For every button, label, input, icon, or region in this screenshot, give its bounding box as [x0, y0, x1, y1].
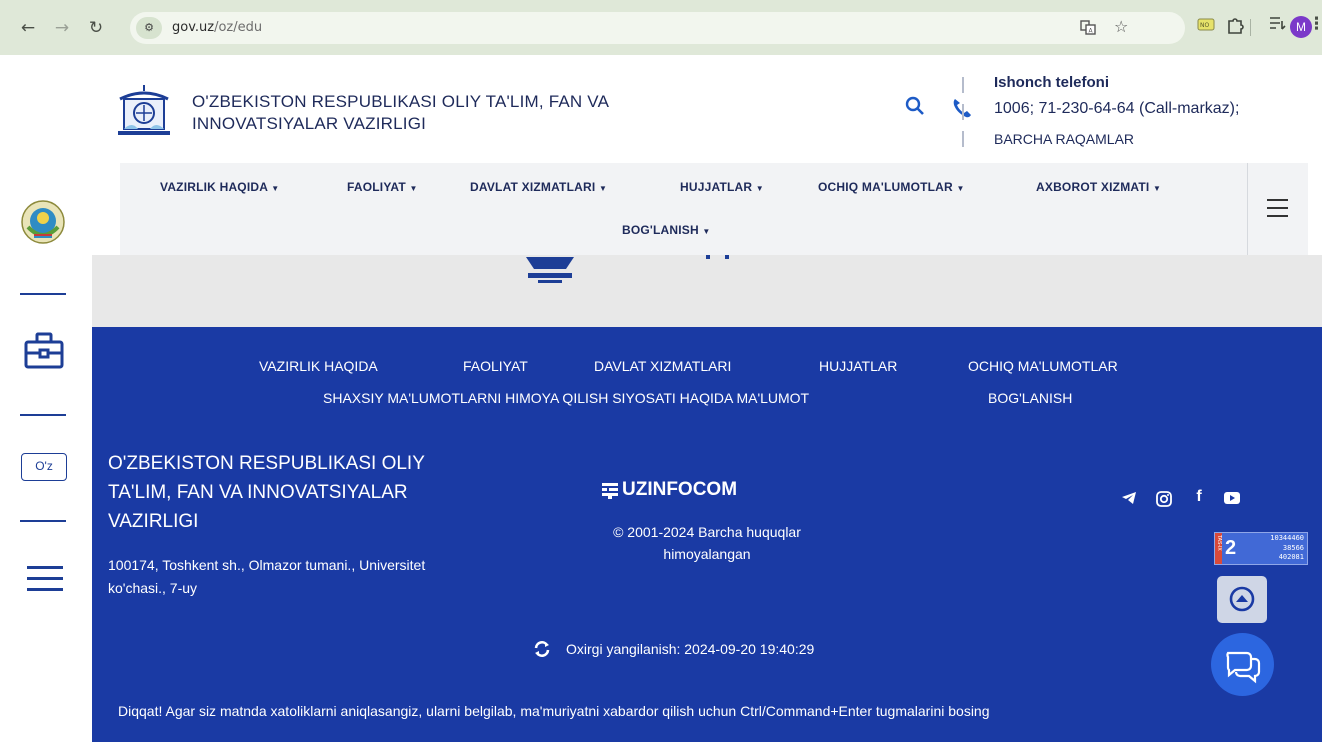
- footer-link-documents[interactable]: HUJJATLAR: [819, 358, 897, 374]
- footer-link-contact[interactable]: BOG'LANISH: [988, 390, 1072, 406]
- browser-toolbar: ← → ↻ ⚙ gov.uz/oz/edu A ☆ NO M ⋮: [0, 0, 1322, 55]
- partial-logo-icon: [524, 255, 576, 289]
- footer-link-services[interactable]: DAVLAT XIZMATLARI: [594, 358, 731, 374]
- forward-icon[interactable]: →: [48, 14, 76, 42]
- dot: [706, 255, 710, 259]
- caret-down-icon: ▼: [956, 184, 965, 193]
- state-emblem-icon[interactable]: [20, 199, 66, 249]
- site-info-icon[interactable]: ⚙: [136, 17, 162, 39]
- counter-line2: 38566: [1282, 544, 1304, 552]
- toolbar-divider: [1250, 19, 1251, 36]
- facebook-icon[interactable]: f: [1189, 488, 1209, 506]
- scroll-to-top-button[interactable]: [1217, 576, 1267, 623]
- language-switch-button[interactable]: O'z: [21, 453, 67, 481]
- ministry-title-line1: O'ZBEKISTON RESPUBLIKASI OLIY TA'LIM, FA…: [192, 92, 610, 111]
- footer-link-about[interactable]: VAZIRLIK HAQIDA: [259, 358, 378, 374]
- caret-down-icon: ▼: [755, 184, 764, 193]
- footer-link-activity[interactable]: FAOLIYAT: [463, 358, 528, 374]
- left-sidebar: O'z: [0, 55, 92, 742]
- menu-label: VAZIRLIK HAQIDA: [160, 180, 268, 194]
- line: [1267, 215, 1288, 217]
- menu-label: FAOLIYAT: [347, 180, 406, 194]
- instagram-icon[interactable]: [1154, 491, 1174, 511]
- footer-ministry-name: O'ZBEKISTON RESPUBLIKASI OLIY TA'LIM, FA…: [108, 453, 425, 532]
- site-footer: VAZIRLIK HAQIDA FAOLIYAT DAVLAT XIZMATLA…: [92, 327, 1322, 742]
- hotline-numbers[interactable]: 1006; 71-230-64-64 (Call-markaz);: [994, 100, 1239, 118]
- menu-item-documents[interactable]: HUJJATLAR ▼: [680, 180, 764, 194]
- counter-digit: 2: [1225, 537, 1237, 559]
- menu-label: BOG'LANISH: [622, 223, 699, 237]
- translate-icon[interactable]: A: [1080, 19, 1096, 39]
- reload-icon[interactable]: ↻: [82, 14, 110, 42]
- sidebar-divider: [20, 293, 66, 295]
- extension-icon[interactable]: NO: [1197, 16, 1215, 36]
- url-path: /oz/edu: [214, 20, 263, 35]
- back-icon[interactable]: ←: [14, 14, 42, 42]
- visitor-counter[interactable]: TAS-IX 2 10344460 38566 402081: [1214, 532, 1308, 565]
- ministry-title[interactable]: O'ZBEKISTON RESPUBLIKASI OLIY TA'LIM, FA…: [192, 91, 609, 135]
- address-bar[interactable]: ⚙ gov.uz/oz/edu A ☆: [130, 12, 1185, 44]
- puzzle-icon[interactable]: [1226, 16, 1244, 38]
- caret-down-icon: ▼: [409, 184, 418, 193]
- ministry-logo-icon[interactable]: [114, 83, 174, 145]
- menu-item-open-data[interactable]: OCHIQ MA'LUMOTLAR ▼: [818, 180, 965, 194]
- footer-address: 100174, Toshkent sh., Olmazor tumani., U…: [108, 557, 426, 596]
- menu-item-about[interactable]: VAZIRLIK HAQIDA ▼: [160, 180, 279, 194]
- line: [1267, 207, 1288, 209]
- hamburger-menu-icon[interactable]: [1267, 198, 1288, 218]
- briefcase-icon[interactable]: [24, 331, 64, 375]
- caret-down-icon: ▼: [702, 227, 711, 236]
- telegram-icon[interactable]: [1119, 491, 1139, 509]
- divider: [962, 77, 964, 93]
- sidebar-divider: [20, 520, 66, 522]
- all-numbers-link[interactable]: BARCHA RAQAMLAR: [994, 131, 1134, 147]
- dot: [725, 255, 729, 259]
- menu-item-services[interactable]: DAVLAT XIZMATLARI ▼: [470, 180, 607, 194]
- caret-down-icon: ▼: [598, 184, 608, 193]
- youtube-icon[interactable]: [1222, 491, 1242, 508]
- menu-label: DAVLAT XIZMATLARI: [470, 180, 596, 194]
- menu-item-press[interactable]: AXBOROT XIZMATI ▼: [1036, 180, 1161, 194]
- menu-label: OCHIQ MA'LUMOTLAR: [818, 180, 953, 194]
- copyright-text: © 2001-2024 Barcha huquqlar himoyalangan: [613, 524, 801, 562]
- menu-item-activity[interactable]: FAOLIYAT ▼: [347, 180, 418, 194]
- arrow-up-circle-icon: [1229, 586, 1255, 612]
- error-report-notice: Diqqat! Agar siz matnda xatoliklarni ani…: [118, 703, 990, 719]
- menu-divider: [1247, 163, 1248, 255]
- url-host: gov.uz: [172, 20, 215, 35]
- content-band: [92, 255, 1322, 327]
- menu-dots-icon[interactable]: ⋮: [1308, 14, 1322, 34]
- url-text[interactable]: gov.uz/oz/edu: [172, 20, 262, 35]
- footer-link-privacy[interactable]: SHAXSIY MA'LUMOTLARNI HIMOYA QILISH SIYO…: [323, 390, 809, 406]
- svg-text:NO: NO: [1200, 22, 1209, 29]
- main-menu: [120, 163, 1308, 255]
- uzinfocom-logo-icon: [602, 483, 620, 504]
- menu-label: HUJJATLAR: [680, 180, 753, 194]
- search-icon[interactable]: [905, 96, 925, 121]
- divider: [962, 104, 964, 120]
- menu-item-contact[interactable]: BOG'LANISH ▼: [622, 223, 711, 237]
- star-icon[interactable]: ☆: [1114, 17, 1128, 36]
- caret-down-icon: ▼: [1152, 184, 1162, 193]
- reading-list-icon[interactable]: [1269, 15, 1287, 35]
- refresh-icon: [533, 640, 551, 663]
- counter-brand: TAS-IX: [1216, 535, 1222, 551]
- divider: [962, 131, 964, 147]
- counter-line1: 10344460: [1270, 534, 1304, 542]
- chat-bubbles-icon: [1226, 651, 1261, 684]
- menu-label: AXBOROT XIZMATI: [1036, 180, 1150, 194]
- sidebar-divider: [20, 414, 66, 416]
- sidebar-menu-icon[interactable]: [27, 564, 63, 598]
- last-updated: Oxirgi yangilanish: 2024-09-20 19:40:29: [566, 641, 815, 657]
- counter-line3: 402081: [1278, 553, 1304, 561]
- line: [1267, 199, 1288, 201]
- developer-name[interactable]: UZINFOCOM: [622, 479, 737, 501]
- hotline-title: Ishonch telefoni: [994, 74, 1110, 91]
- chat-button[interactable]: [1211, 633, 1274, 696]
- ministry-title-line2: INNOVATSIYALAR VAZIRLIGI: [192, 114, 427, 133]
- caret-down-icon: ▼: [271, 184, 280, 193]
- footer-link-open-data[interactable]: OCHIQ MA'LUMOTLAR: [968, 358, 1118, 374]
